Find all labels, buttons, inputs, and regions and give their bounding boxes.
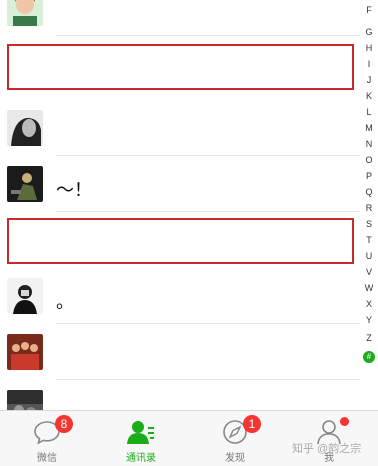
index-letter[interactable]: Y [362,314,376,326]
contact-list: ～！ 。 [0,0,360,410]
index-letter[interactable]: R [362,202,376,214]
index-letter[interactable]: Q [362,186,376,198]
tab-chats[interactable]: 8 微信 [0,411,94,466]
contact-row[interactable] [0,102,360,156]
index-letter[interactable]: S [362,218,376,230]
contact-name: ～！ [56,180,92,200]
contact-row[interactable] [0,382,360,410]
divider [56,211,360,212]
index-letter[interactable]: U [362,250,376,262]
tab-me[interactable]: 我 [282,411,376,466]
contacts-icon [127,421,154,444]
index-letter[interactable]: Z [362,332,376,344]
notification-dot [340,417,349,426]
index-letter[interactable]: W [362,282,376,294]
unread-badge: 1 [243,415,261,433]
tab-discover[interactable]: 1 发现 [188,411,282,466]
alphabet-index[interactable]: F G H I J K L M N O P Q R S T U V W X Y … [362,0,376,380]
contact-row[interactable]: 。 [0,270,360,324]
tab-bar: 8 微信 通讯录 1 发现 我 [0,410,378,466]
contact-row[interactable] [0,326,360,380]
index-hash[interactable]: # [363,351,375,363]
tab-label: 发现 [225,453,245,464]
avatar [7,0,43,26]
index-letter[interactable]: M [362,122,376,134]
index-letter[interactable]: H [362,42,376,54]
index-letter[interactable]: V [362,266,376,278]
highlighted-contact-box [7,44,354,90]
divider [56,35,360,36]
index-letter[interactable]: G [362,26,376,38]
contact-name: 。 [56,292,74,312]
index-letter[interactable]: X [362,298,376,310]
avatar [7,390,43,410]
index-letter[interactable]: K [362,90,376,102]
highlighted-contact-box [7,218,354,264]
index-letter[interactable]: J [362,74,376,86]
index-letter[interactable]: T [362,234,376,246]
divider [56,155,360,156]
avatar [7,278,43,314]
contact-row[interactable]: ～！ [0,158,360,212]
avatar [7,334,43,370]
index-letter[interactable]: P [362,170,376,182]
avatar [7,166,43,202]
index-letter[interactable]: O [362,154,376,166]
contact-row[interactable] [0,0,360,36]
divider [56,323,360,324]
index-letter[interactable]: F [362,4,376,16]
tab-contacts[interactable]: 通讯录 [94,411,188,466]
divider [56,379,360,380]
index-letter[interactable]: I [362,58,376,70]
avatar [7,110,43,146]
index-letter[interactable]: L [362,106,376,118]
index-letter[interactable]: N [362,138,376,150]
unread-badge: 8 [55,415,73,433]
watermark: 知乎 @韵之宗 [292,443,362,455]
tab-label: 通讯录 [126,453,156,464]
tab-label: 微信 [37,453,57,464]
